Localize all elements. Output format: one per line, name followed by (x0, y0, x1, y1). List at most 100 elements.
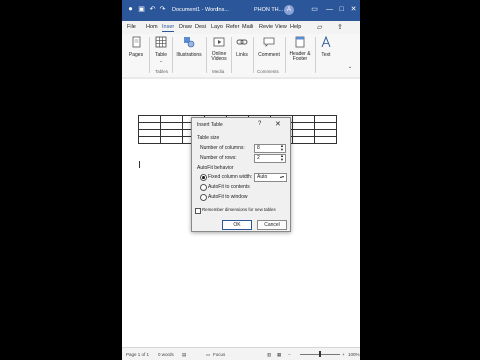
divider (285, 37, 286, 73)
header-footer-button[interactable]: Header & Footer (287, 36, 313, 62)
links-label: Links (236, 52, 248, 58)
ok-button[interactable]: OK (222, 220, 252, 230)
print-layout-icon[interactable]: ▦ (277, 352, 281, 358)
pages-label: Pages (128, 52, 144, 58)
proofing-icon[interactable]: ▤ (182, 352, 186, 358)
autofit-contents-radio[interactable] (200, 184, 207, 191)
autofit-contents-label: AutoFit to contents (208, 184, 250, 190)
ribbon-collapse-icon[interactable]: ⌄ (348, 64, 352, 70)
document-title: Document1 - Word (172, 7, 219, 13)
read-mode-icon[interactable]: ▥ (267, 352, 271, 358)
fixed-width-value: Auto (257, 174, 268, 180)
fixed-width-select[interactable]: Auto ▴▾ (254, 173, 287, 182)
links-button[interactable]: Links (233, 36, 251, 58)
tab-insert[interactable]: Inser (162, 24, 175, 32)
comment-label: Comment (258, 52, 280, 58)
divider (149, 37, 150, 73)
shapes-icon (184, 37, 195, 48)
group-comments: Comments (257, 69, 279, 74)
table-size-heading: Table size (197, 135, 220, 141)
zoom-slider-thumb[interactable] (319, 351, 321, 357)
text-label: Text (321, 52, 331, 58)
comment-icon (263, 37, 275, 47)
word-window: ⏺ ▣ ↶ ↷ Document1 - Word Ins... PHON TH.… (122, 0, 360, 360)
text-box-icon (321, 35, 331, 48)
illustrations-label: Illustrations (176, 52, 202, 58)
video-icon (213, 37, 225, 47)
undo-icon[interactable]: ↶ (148, 5, 157, 14)
user-name[interactable]: PHON TH... (254, 7, 283, 13)
table-button[interactable]: Table ⌄ (152, 36, 170, 63)
num-columns-stepper[interactable]: 8 ▲ ▼ (254, 144, 286, 153)
ribbon-display-icon[interactable]: ▭ (310, 5, 319, 14)
comments-icon[interactable]: ▱ (317, 23, 322, 31)
status-bar: Page 1 of 1 0 words ▤ ▭ Focus ▥ ▦ − + 10… (122, 347, 360, 360)
ribbon-tabs: File Hom Inser Draw Desi Layo Refer Mail… (122, 21, 360, 34)
ribbon: Pages Table ⌄ Tables Illustrations Onlin… (122, 34, 360, 78)
online-videos-button[interactable]: Online Videos (208, 36, 230, 62)
num-columns-value: 8 (257, 145, 260, 151)
tab-layout[interactable]: Layo (211, 24, 223, 30)
remember-label: Remember dimensions for new tables (202, 207, 276, 212)
text-button[interactable]: Text (318, 35, 334, 58)
remember-checkbox[interactable] (195, 208, 201, 214)
tab-design[interactable]: Desi (195, 24, 206, 30)
spin-arrows-icon[interactable]: ▴▾ (280, 174, 284, 179)
help-icon[interactable]: ? (258, 121, 261, 127)
num-columns-label: Number of columns: (200, 145, 245, 151)
divider (206, 37, 207, 73)
online-videos-label: Online Videos (211, 51, 227, 62)
fixed-width-label: Fixed column width: (208, 174, 253, 180)
num-rows-stepper[interactable]: 2 ▲ ▼ (254, 154, 286, 163)
tab-draw[interactable]: Draw (179, 24, 192, 30)
focus-label[interactable]: Focus (213, 352, 225, 357)
divider (172, 37, 173, 73)
header-footer-icon (295, 36, 305, 48)
group-media: Media (212, 69, 225, 74)
tab-review[interactable]: Revie (259, 24, 273, 30)
group-tables: Tables (155, 69, 169, 74)
tab-view[interactable]: View (275, 24, 287, 30)
close-icon[interactable]: ✕ (275, 120, 281, 128)
close-icon[interactable]: ✕ (349, 5, 358, 14)
redo-icon[interactable]: ↷ (158, 5, 167, 14)
autofit-window-label: AutoFit to window (208, 194, 248, 200)
insert-table-dialog: Insert Table ? ✕ Table size Number of co… (191, 117, 291, 232)
word-count[interactable]: 0 words (158, 352, 174, 357)
tab-mailings[interactable]: Maili (242, 24, 253, 30)
page-count[interactable]: Page 1 of 1 (126, 352, 149, 357)
autosave-icon[interactable]: ⏺ (126, 5, 135, 14)
maximize-icon[interactable]: □ (337, 5, 346, 14)
cancel-button[interactable]: Cancel (257, 220, 287, 230)
divider (231, 37, 232, 73)
autofit-window-radio[interactable] (200, 194, 207, 201)
zoom-in-icon[interactable]: + (342, 352, 345, 357)
num-rows-value: 2 (257, 155, 260, 161)
focus-icon[interactable]: ▭ (206, 352, 210, 358)
pages-icon (132, 36, 141, 48)
header-footer-label: Header & Footer (289, 51, 311, 62)
tab-help[interactable]: Help (290, 24, 301, 30)
autofit-heading: AutoFit behavior (197, 165, 234, 171)
tab-home[interactable]: Hom (146, 24, 158, 30)
avatar[interactable]: A (284, 5, 294, 15)
fixed-width-radio[interactable] (200, 174, 207, 181)
link-icon (236, 39, 248, 45)
num-rows-label: Number of rows: (200, 155, 237, 161)
search-box[interactable]: Ins... (217, 7, 229, 13)
chevron-down-icon: ⌄ (159, 58, 163, 63)
zoom-out-icon[interactable]: − (288, 352, 291, 357)
share-icon[interactable]: ⇪ (337, 23, 343, 31)
tab-file[interactable]: File (127, 24, 136, 30)
tab-references[interactable]: Refer (226, 24, 239, 30)
pages-button[interactable]: Pages (125, 36, 147, 58)
spin-arrows-icon[interactable]: ▲ ▼ (280, 154, 284, 162)
spin-arrows-icon[interactable]: ▲ ▼ (280, 144, 284, 152)
dialog-title: Insert Table (197, 122, 223, 128)
table-icon (155, 36, 167, 48)
comment-button[interactable]: Comment (256, 36, 282, 58)
zoom-level[interactable]: 100% (348, 352, 360, 357)
save-icon[interactable]: ▣ (137, 5, 146, 14)
minimize-icon[interactable]: — (325, 5, 334, 14)
illustrations-button[interactable]: Illustrations (175, 36, 203, 58)
